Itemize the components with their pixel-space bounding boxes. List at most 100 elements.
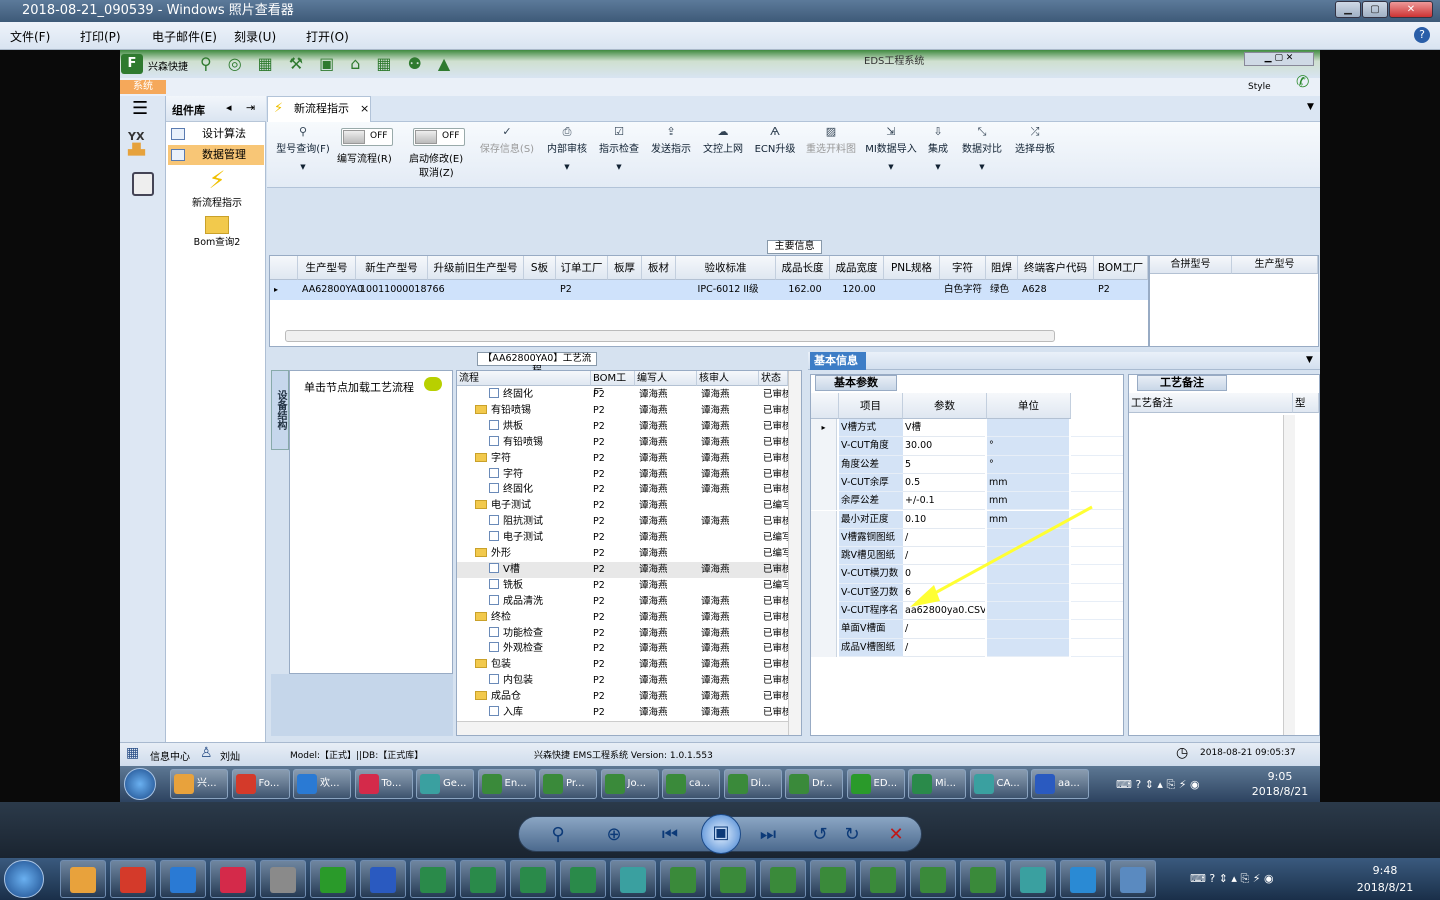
col-header[interactable]: 单位 xyxy=(987,393,1071,419)
cancel-button[interactable]: 取消(Z) xyxy=(419,164,454,179)
tree-node[interactable]: 内包装 xyxy=(489,673,533,689)
tree-node[interactable]: 有铅喷锡 xyxy=(475,403,531,419)
tree-row[interactable]: 铣板 P2 谭海燕 已编写 xyxy=(457,578,789,594)
tree-row[interactable]: 有铅喷锡 P2 谭海燕 谭海燕 已审核 xyxy=(457,403,789,419)
tree-node[interactable]: 字符 xyxy=(475,451,511,467)
tree-node[interactable]: 成品仓 xyxy=(475,689,521,705)
menu-file[interactable]: 文件(F) xyxy=(10,28,50,45)
tree-node[interactable]: 有铅喷锡 xyxy=(489,435,543,451)
pinned-app[interactable] xyxy=(260,860,306,898)
col-header[interactable]: 生产型号 xyxy=(1232,256,1318,274)
grid-horizontal-scrollbar[interactable] xyxy=(285,330,1055,342)
tree-row[interactable]: 有铅喷锡 P2 谭海燕 谭海燕 已审核 xyxy=(457,435,789,451)
pinned-app[interactable] xyxy=(310,860,356,898)
tree-row[interactable]: 成品仓 P2 谭海燕 谭海燕 已审核 xyxy=(457,689,789,705)
col-header[interactable]: 板厚 xyxy=(608,256,642,280)
param-value[interactable]: 30.00 xyxy=(903,437,985,456)
col-header[interactable]: 订单工厂 xyxy=(556,256,608,280)
cell[interactable]: 120.00 xyxy=(830,280,884,300)
cell[interactable]: A628 xyxy=(1018,280,1094,300)
slideshow-icon[interactable]: ▣ xyxy=(701,814,741,854)
col-header[interactable]: 新生产型号 xyxy=(356,256,428,280)
tree-row[interactable]: 内包装 P2 谭海燕 谭海燕 已审核 xyxy=(457,673,789,689)
tool-bom-query[interactable]: Bom查询2 xyxy=(182,216,252,248)
col-header[interactable]: PNL规格 xyxy=(884,256,940,280)
tree-node[interactable]: 包装 xyxy=(475,657,511,673)
tree-horizontal-scrollbar[interactable] xyxy=(457,721,788,735)
pinned-app[interactable] xyxy=(410,860,456,898)
tree-vertical-scrollbar[interactable] xyxy=(788,371,801,735)
btn-mi-import[interactable]: ⇲ MI数据导入 ▼ xyxy=(863,126,919,172)
tray-icons[interactable]: ⌨ ? ⇕ ▴ ⎘ ⚡ ◉ xyxy=(1116,778,1200,792)
menu-burn[interactable]: 刻录(U) xyxy=(234,28,276,45)
col-header[interactable]: 成品宽度 xyxy=(830,256,884,280)
btn-doc-online[interactable]: ☁ 文控上网 xyxy=(699,126,747,156)
tree-node[interactable]: 铣板 xyxy=(489,578,523,594)
pinned-app[interactable] xyxy=(560,860,606,898)
param-row[interactable]: 角度公差 5 ° xyxy=(811,455,1123,474)
style-menu[interactable]: Style xyxy=(1248,82,1271,92)
taskbar-item[interactable]: ED... xyxy=(846,769,905,799)
tree-row[interactable]: 电子测试 P2 谭海燕 已编写 xyxy=(457,530,789,546)
tree-row[interactable]: 入库 P2 谭海燕 谭海燕 已审核 xyxy=(457,705,789,721)
tree-node[interactable]: 成品清洗 xyxy=(489,594,543,610)
pinned-app[interactable] xyxy=(660,860,706,898)
pinned-app[interactable] xyxy=(1110,860,1156,898)
col-header[interactable]: 板材 xyxy=(642,256,676,280)
btn-internal-review[interactable]: ⎙ 内部审核 ▼ xyxy=(543,126,591,172)
next-icon[interactable]: ⏭ xyxy=(753,817,783,853)
taskbar-item[interactable]: aa... xyxy=(1031,769,1089,799)
taskbar-item[interactable]: 欢... xyxy=(293,769,351,799)
close-button[interactable]: ✕ xyxy=(1389,1,1433,18)
actual-size-icon[interactable]: ⊕ xyxy=(599,817,629,853)
tree-row[interactable]: 烘板 P2 谭海燕 谭海燕 已审核 xyxy=(457,419,789,435)
tree-row[interactable]: 外形 P2 谭海燕 已编写 xyxy=(457,546,789,562)
previous-icon[interactable]: ⏮ xyxy=(655,817,685,853)
pinned-app[interactable] xyxy=(60,860,106,898)
col-header[interactable]: 升级前旧生产型号 xyxy=(428,256,524,280)
tree-row[interactable]: 电子测试 P2 谭海燕 已编写 xyxy=(457,498,789,514)
taskbar-item[interactable]: Ge... xyxy=(416,769,474,799)
delete-icon[interactable]: ✕ xyxy=(881,817,911,853)
taskbar-item[interactable]: 兴... xyxy=(170,769,228,799)
pinned-app[interactable] xyxy=(110,860,156,898)
btn-ecn-upgrade[interactable]: Ѧ ECN升级 xyxy=(751,126,799,156)
tree-row[interactable]: 成品清洗 P2 谭海燕 谭海燕 已审核 xyxy=(457,594,789,610)
tree-node[interactable]: V槽 xyxy=(489,562,520,578)
col-header[interactable]: 项目 xyxy=(839,393,903,419)
pinned-app[interactable] xyxy=(160,860,206,898)
cell[interactable]: P2 xyxy=(556,280,608,300)
pinned-app[interactable] xyxy=(1060,860,1106,898)
taskbar-item[interactable]: Mi... xyxy=(908,769,966,799)
basic-params-tab[interactable]: 基本参数 xyxy=(815,375,897,391)
toggle-start-edit[interactable]: OFF xyxy=(413,128,465,146)
cell[interactable]: 绿色 xyxy=(986,280,1018,300)
pinned-app[interactable] xyxy=(910,860,956,898)
tree-row[interactable]: 外观检查 P2 谭海燕 谭海燕 已审核 xyxy=(457,641,789,657)
param-row[interactable]: V-CUT余厚 0.5 mm xyxy=(811,473,1123,493)
col-header[interactable]: 验收标准 xyxy=(676,256,776,280)
pinned-app[interactable] xyxy=(460,860,506,898)
btn-select-motherboard[interactable]: ⤮ 选择母板 xyxy=(1011,126,1059,156)
tree-row[interactable]: 包装 P2 谭海燕 谭海燕 已审核 xyxy=(457,657,789,673)
close-tab-icon[interactable]: × xyxy=(360,97,369,121)
help-icon[interactable]: ? xyxy=(1414,27,1430,43)
col-header[interactable]: 流程 xyxy=(457,371,591,386)
tree-node[interactable]: 入库 xyxy=(489,705,523,721)
tree-node[interactable]: 电子测试 xyxy=(475,498,531,514)
pinned-app[interactable] xyxy=(1010,860,1056,898)
app-window-controls[interactable]: ▁ ▢ ✕ xyxy=(1244,52,1314,66)
param-row[interactable]: 成品V槽图纸 / xyxy=(811,638,1123,657)
comp-item-design[interactable]: 设计算法 xyxy=(168,124,264,144)
cell[interactable]: 162.00 xyxy=(776,280,830,300)
menu-open[interactable]: 打开(O) xyxy=(306,28,349,45)
param-value[interactable]: / xyxy=(903,638,985,657)
col-header[interactable]: S板 xyxy=(524,256,556,280)
menu-print[interactable]: 打印(P) xyxy=(80,28,121,45)
tree-node[interactable]: 终固化 xyxy=(489,387,533,403)
col-header[interactable]: 编写人 xyxy=(635,371,697,386)
toggle-write-flow[interactable]: OFF xyxy=(341,128,393,146)
tree-node[interactable]: 电子测试 xyxy=(489,530,543,546)
col-header[interactable]: 核审人 xyxy=(697,371,759,386)
tree-node[interactable]: 外观检查 xyxy=(489,641,543,657)
